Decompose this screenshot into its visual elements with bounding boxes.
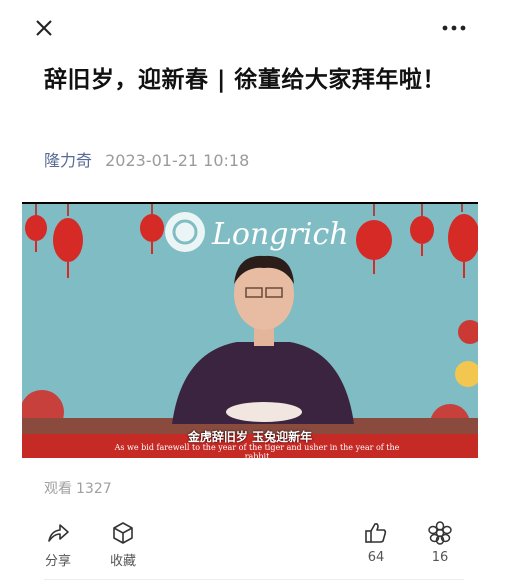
wow-button[interactable]: 16 xyxy=(418,520,462,565)
more-icon xyxy=(442,25,466,31)
svg-text:Longrich: Longrich xyxy=(211,217,349,252)
video-player[interactable]: Longrich 金虎辞旧岁 玉兔迎新年 As we bid farewell … xyxy=(22,202,478,458)
action-bar: 分享 收藏 64 16 xyxy=(0,520,510,576)
article-meta: 隆力奇 2023-01-21 10:18 xyxy=(44,150,249,172)
view-count-label: 观看 xyxy=(44,481,72,497)
publish-date: 2023-01-21 10:18 xyxy=(105,151,250,170)
favorite-button[interactable]: 收藏 xyxy=(101,520,145,569)
video-subtitle-english: As we bid farewell to the year of the ti… xyxy=(114,443,400,458)
favorite-label: 收藏 xyxy=(109,554,136,569)
view-count-value: 1327 xyxy=(76,481,112,497)
brand-logo: Longrich xyxy=(165,212,349,252)
share-icon xyxy=(48,524,69,542)
close-icon xyxy=(36,20,52,36)
wow-count: 16 xyxy=(431,550,449,565)
share-label: 分享 xyxy=(44,554,71,569)
top-bar xyxy=(0,0,510,52)
like-button[interactable]: 64 xyxy=(354,520,398,565)
article-title: 辞旧岁，迎新春 | 徐董给大家拜年啦！ xyxy=(44,67,446,93)
thumbs-up-icon xyxy=(365,523,387,543)
share-button[interactable]: 分享 xyxy=(36,520,80,569)
author-link[interactable]: 隆力奇 xyxy=(44,151,92,170)
like-count: 64 xyxy=(367,550,385,565)
bottom-divider xyxy=(44,579,464,580)
video-frame: Longrich xyxy=(22,204,478,458)
favorite-box-icon xyxy=(113,522,133,544)
view-count: 观看 1327 xyxy=(44,478,116,498)
flower-icon xyxy=(428,521,452,545)
close-button[interactable] xyxy=(30,14,58,42)
more-button[interactable] xyxy=(438,14,470,42)
